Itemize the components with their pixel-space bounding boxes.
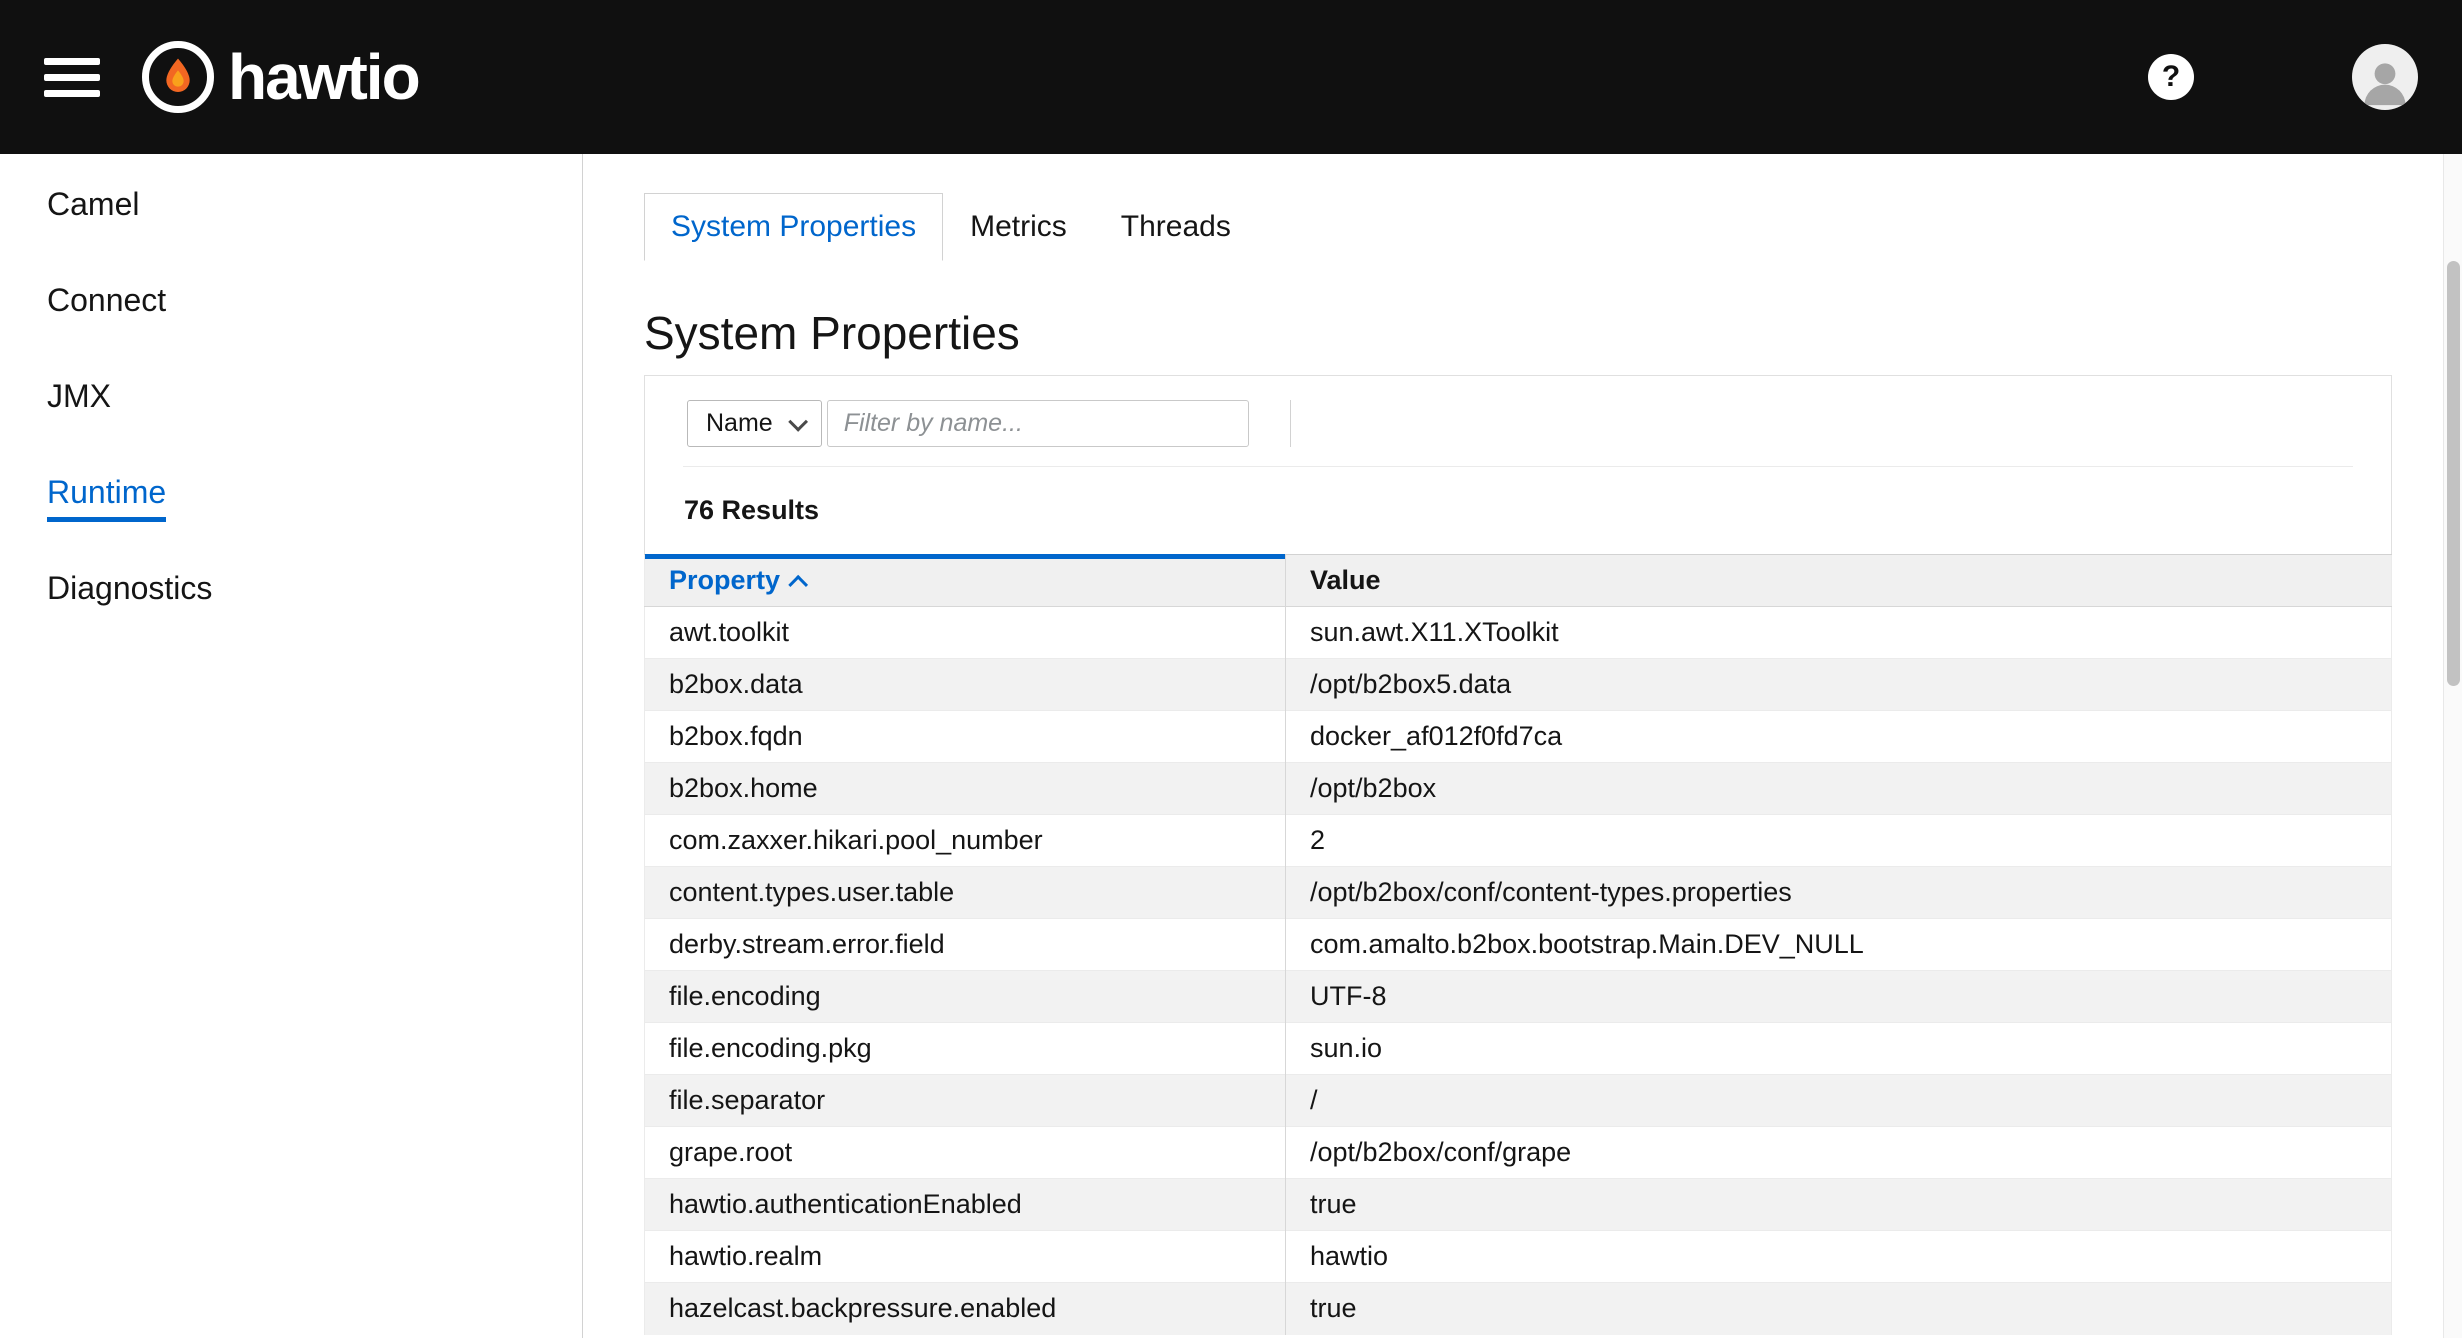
- masthead: hawtio ?: [0, 0, 2462, 154]
- table-row: hawtio.realmhawtio: [645, 1231, 2392, 1283]
- property-cell: com.zaxxer.hikari.pool_number: [645, 815, 1286, 867]
- value-cell: /opt/b2box5.data: [1286, 659, 2392, 711]
- value-cell: docker_af012f0fd7ca: [1286, 711, 2392, 763]
- help-glyph: ?: [2162, 60, 2180, 94]
- column-header-property[interactable]: Property: [645, 555, 1286, 607]
- toolbar: Name 76 Results: [644, 375, 2392, 554]
- brand-name: hawtio: [228, 45, 419, 109]
- property-cell: hawtio.authenticationEnabled: [645, 1179, 1286, 1231]
- value-cell: UTF-8: [1286, 971, 2392, 1023]
- chevron-down-icon: [788, 411, 808, 431]
- table-row: com.zaxxer.hikari.pool_number2: [645, 815, 2392, 867]
- property-cell: hazelcast.backpressure.enabled: [645, 1283, 1286, 1335]
- sort-ascending-icon: [788, 575, 808, 595]
- column-header-value-label: Value: [1310, 565, 1381, 595]
- table-row: b2box.data/opt/b2box5.data: [645, 659, 2392, 711]
- sidebar-item-runtime[interactable]: Runtime: [0, 450, 582, 546]
- sidebar-item-label: JMX: [47, 378, 111, 426]
- property-cell: file.encoding: [645, 971, 1286, 1023]
- table-row: derby.stream.error.fieldcom.amalto.b2box…: [645, 919, 2392, 971]
- filter-attribute-select[interactable]: Name: [687, 400, 822, 447]
- filter-attribute-label: Name: [706, 409, 773, 438]
- column-header-value[interactable]: Value: [1286, 555, 2392, 607]
- flame-icon: [142, 41, 214, 113]
- column-header-property-label: Property: [669, 565, 780, 595]
- value-cell: true: [1286, 1179, 2392, 1231]
- person-icon: [2356, 52, 2414, 110]
- tab-bar: System PropertiesMetricsThreads: [644, 193, 2392, 261]
- sidebar-item-label: Camel: [47, 186, 139, 234]
- help-icon[interactable]: ?: [2148, 54, 2194, 100]
- sidebar-nav: Camel Connect JMX Runtime Diagnostics: [0, 154, 583, 1338]
- table-row: b2box.home/opt/b2box: [645, 763, 2392, 815]
- property-cell: b2box.data: [645, 659, 1286, 711]
- results-count: 76 Results: [684, 495, 819, 526]
- table-row: file.separator/: [645, 1075, 2392, 1127]
- value-cell: com.amalto.b2box.bootstrap.Main.DEV_NULL: [1286, 919, 2392, 971]
- sidebar-item-label: Connect: [47, 282, 166, 330]
- table-row: file.encoding.pkgsun.io: [645, 1023, 2392, 1075]
- table-header-row: Property Value: [645, 555, 2392, 607]
- sidebar-item-jmx[interactable]: JMX: [0, 354, 582, 450]
- value-cell: 2: [1286, 815, 2392, 867]
- property-cell: grape.root: [645, 1127, 1286, 1179]
- value-cell: /opt/b2box/conf/grape: [1286, 1127, 2392, 1179]
- tab-system-properties[interactable]: System Properties: [644, 193, 943, 261]
- property-cell: file.encoding.pkg: [645, 1023, 1286, 1075]
- sidebar-item-connect[interactable]: Connect: [0, 258, 582, 354]
- page-title: System Properties: [644, 305, 2392, 361]
- property-cell: b2box.home: [645, 763, 1286, 815]
- table-row: b2box.fqdndocker_af012f0fd7ca: [645, 711, 2392, 763]
- table-body: awt.toolkitsun.awt.X11.XToolkitb2box.dat…: [645, 607, 2392, 1335]
- value-cell: sun.io: [1286, 1023, 2392, 1075]
- value-cell: sun.awt.X11.XToolkit: [1286, 607, 2392, 659]
- property-cell: hawtio.realm: [645, 1231, 1286, 1283]
- sidebar-item-label: Runtime: [47, 474, 166, 522]
- sidebar-item-diagnostics[interactable]: Diagnostics: [0, 546, 582, 642]
- property-cell: b2box.fqdn: [645, 711, 1286, 763]
- toolbar-divider: [1290, 400, 1291, 447]
- table-row: awt.toolkitsun.awt.X11.XToolkit: [645, 607, 2392, 659]
- filter-row: Name: [645, 376, 2391, 466]
- scrollbar-thumb[interactable]: [2447, 261, 2460, 686]
- property-cell: content.types.user.table: [645, 867, 1286, 919]
- value-cell: /: [1286, 1075, 2392, 1127]
- tab-threads[interactable]: Threads: [1094, 193, 1258, 261]
- results-row: 76 Results: [645, 467, 2391, 554]
- masthead-actions: ?: [2148, 44, 2418, 110]
- property-cell: awt.toolkit: [645, 607, 1286, 659]
- value-cell: hawtio: [1286, 1231, 2392, 1283]
- property-cell: derby.stream.error.field: [645, 919, 1286, 971]
- system-properties-table: Property Value awt.toolkitsun.awt.X11.XT…: [644, 554, 2392, 1335]
- table-row: hawtio.authenticationEnabledtrue: [645, 1179, 2392, 1231]
- table-row: file.encodingUTF-8: [645, 971, 2392, 1023]
- main-content: System PropertiesMetricsThreads System P…: [584, 154, 2443, 1338]
- user-avatar[interactable]: [2352, 44, 2418, 110]
- table-row: grape.root/opt/b2box/conf/grape: [645, 1127, 2392, 1179]
- value-cell: true: [1286, 1283, 2392, 1335]
- sidebar-item-label: Diagnostics: [47, 570, 212, 618]
- value-cell: /opt/b2box: [1286, 763, 2392, 815]
- tab-metrics[interactable]: Metrics: [943, 193, 1094, 261]
- page-scrollbar[interactable]: [2443, 154, 2462, 1338]
- table-row: hazelcast.backpressure.enabledtrue: [645, 1283, 2392, 1335]
- sidebar-item-camel[interactable]: Camel: [0, 162, 582, 258]
- value-cell: /opt/b2box/conf/content-types.properties: [1286, 867, 2392, 919]
- table-row: content.types.user.table/opt/b2box/conf/…: [645, 867, 2392, 919]
- menu-toggle-icon[interactable]: [44, 49, 100, 106]
- brand-logo[interactable]: hawtio: [142, 41, 419, 113]
- property-cell: file.separator: [645, 1075, 1286, 1127]
- filter-input[interactable]: [827, 400, 1249, 447]
